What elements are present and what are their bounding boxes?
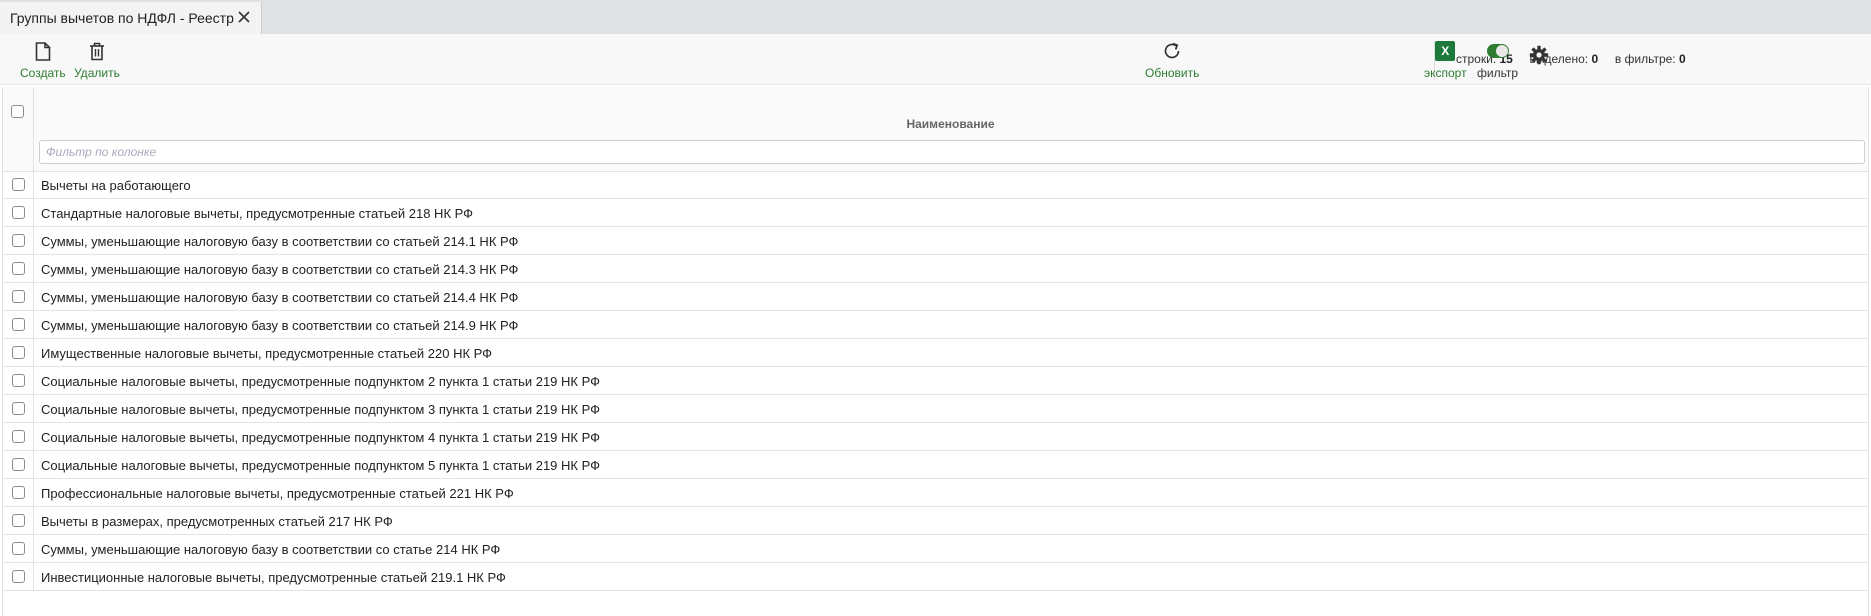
delete-button[interactable]: Удалить <box>74 40 120 80</box>
tab-title: Группы вычетов по НДФЛ - Реестр <box>10 10 234 26</box>
row-name: Суммы, уменьшающие налоговую базу в соот… <box>41 290 519 305</box>
refresh-icon <box>1161 40 1183 62</box>
settings-button[interactable] <box>1528 44 1550 66</box>
row-name: Социальные налоговые вычеты, предусмотре… <box>41 458 600 473</box>
column-header-name[interactable]: Наименование <box>33 117 1868 131</box>
row-checkbox[interactable] <box>12 542 25 555</box>
filter-toggle-label: фильтр <box>1477 66 1519 80</box>
table-row[interactable]: Суммы, уменьшающие налоговую базу в соот… <box>3 227 1868 255</box>
filter-toggle[interactable]: фильтр <box>1477 40 1518 80</box>
table-row[interactable]: Суммы, уменьшающие налоговую базу в соот… <box>3 255 1868 283</box>
tab-bar: Группы вычетов по НДФЛ - Реестр <box>0 0 1871 34</box>
grid-body: Вычеты на работающего Стандартные налого… <box>3 171 1868 591</box>
table-row[interactable]: Вычеты в размерах, предусмотренных стать… <box>3 507 1868 535</box>
grid-header: Наименование <box>3 87 1868 172</box>
row-name: Профессиональные налоговые вычеты, преду… <box>41 486 514 501</box>
filtered-count-value: 0 <box>1678 52 1686 66</box>
table-row[interactable]: Имущественные налоговые вычеты, предусмо… <box>3 339 1868 367</box>
tab-registry[interactable]: Группы вычетов по НДФЛ - Реестр <box>0 2 262 34</box>
row-name: Суммы, уменьшающие налоговую базу в соот… <box>41 262 519 277</box>
row-checkbox[interactable] <box>12 346 25 359</box>
row-checkbox[interactable] <box>12 486 25 499</box>
selected-count-value: 0 <box>1591 52 1599 66</box>
row-checkbox[interactable] <box>12 262 25 275</box>
create-button-label: Создать <box>20 66 66 80</box>
table-row[interactable]: Вычеты на работающего <box>3 171 1868 199</box>
table-row[interactable]: Суммы, уменьшающие налоговую базу в соот… <box>3 535 1868 563</box>
select-column-header <box>3 87 34 171</box>
export-button-label: экспорт <box>1424 66 1467 80</box>
row-name: Социальные налоговые вычеты, предусмотре… <box>41 374 600 389</box>
data-grid: Наименование Вычеты на работающего Станд… <box>2 87 1869 616</box>
row-name: Суммы, уменьшающие налоговую базу в соот… <box>41 318 519 333</box>
row-checkbox[interactable] <box>12 318 25 331</box>
table-row[interactable]: Профессиональные налоговые вычеты, преду… <box>3 479 1868 507</box>
table-row[interactable]: Суммы, уменьшающие налоговую базу в соот… <box>3 311 1868 339</box>
refresh-button[interactable]: Обновить <box>1145 40 1199 80</box>
table-row[interactable]: Суммы, уменьшающие налоговую базу в соот… <box>3 283 1868 311</box>
toolbar: Создать Удалить Обновить строки: 15 выде… <box>0 34 1871 85</box>
table-row[interactable]: Стандартные налоговые вычеты, предусмотр… <box>3 199 1868 227</box>
row-checkbox[interactable] <box>12 374 25 387</box>
row-name: Суммы, уменьшающие налоговую базу в соот… <box>41 542 501 557</box>
row-name: Имущественные налоговые вычеты, предусмо… <box>41 346 493 361</box>
row-checkbox[interactable] <box>12 430 25 443</box>
row-checkbox[interactable] <box>12 514 25 527</box>
row-checkbox[interactable] <box>12 402 25 415</box>
close-icon[interactable] <box>235 8 253 26</box>
filtered-count-label: в фильтре: <box>1614 52 1676 66</box>
row-name: Социальные налоговые вычеты, предусмотре… <box>41 402 600 417</box>
row-name: Вычеты в размерах, предусмотренных стать… <box>41 514 393 529</box>
toggle-switch[interactable] <box>1486 40 1509 62</box>
row-checkbox[interactable] <box>12 458 25 471</box>
row-name: Стандартные налоговые вычеты, предусмотр… <box>41 206 474 221</box>
row-checkbox[interactable] <box>12 206 25 219</box>
refresh-button-label: Обновить <box>1145 66 1200 80</box>
row-checkbox[interactable] <box>12 234 25 247</box>
row-name: Социальные налоговые вычеты, предусмотре… <box>41 430 600 445</box>
row-name: Суммы, уменьшающие налоговую базу в соот… <box>41 234 519 249</box>
excel-icon: X <box>1434 40 1456 62</box>
gear-icon <box>1528 44 1550 66</box>
create-button[interactable]: Создать <box>20 40 66 80</box>
table-row[interactable]: Социальные налоговые вычеты, предусмотре… <box>3 423 1868 451</box>
column-filter-input[interactable] <box>39 140 1865 164</box>
select-all-checkbox[interactable] <box>11 105 24 118</box>
table-row[interactable]: Социальные налоговые вычеты, предусмотре… <box>3 451 1868 479</box>
file-icon <box>32 40 54 62</box>
row-checkbox[interactable] <box>12 570 25 583</box>
delete-button-label: Удалить <box>74 66 120 80</box>
row-name: Вычеты на работающего <box>41 178 191 193</box>
row-name: Инвестиционные налоговые вычеты, предусм… <box>41 570 506 585</box>
table-row[interactable]: Инвестиционные налоговые вычеты, предусм… <box>3 563 1868 591</box>
row-checkbox[interactable] <box>12 178 25 191</box>
table-row[interactable]: Социальные налоговые вычеты, предусмотре… <box>3 395 1868 423</box>
trash-icon <box>86 40 108 62</box>
table-row[interactable]: Социальные налоговые вычеты, предусмотре… <box>3 367 1868 395</box>
export-button[interactable]: X экспорт <box>1424 40 1467 80</box>
row-checkbox[interactable] <box>12 290 25 303</box>
